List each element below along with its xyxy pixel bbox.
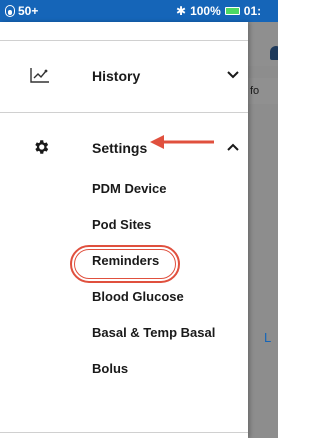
status-bar: 50+ ✱ 100% 01: bbox=[0, 0, 278, 22]
settings-item-label: Pod Sites bbox=[92, 217, 152, 232]
pdm-screen: 50+ ✱ 100% 01: fo L History Settings PDM… bbox=[0, 0, 278, 438]
reminders-highlight-oval bbox=[70, 245, 180, 283]
pod-status: 50+ bbox=[5, 4, 38, 18]
menu-item-settings-wrapper bbox=[0, 72, 248, 112]
settings-item-pod-sites[interactable]: Pod Sites bbox=[0, 208, 248, 242]
settings-item-bolus[interactable]: Bolus bbox=[0, 352, 248, 386]
background-header bbox=[248, 22, 278, 66]
gear-icon bbox=[35, 140, 49, 154]
settings-item-label: PDM Device bbox=[92, 181, 167, 196]
divider-top bbox=[0, 40, 248, 41]
settings-item-label: Bolus bbox=[92, 361, 129, 376]
device-status: ✱ 100% 01: bbox=[176, 4, 261, 18]
settings-item-label: Basal & Temp Basal bbox=[92, 325, 216, 340]
bluetooth-icon: ✱ bbox=[176, 4, 187, 18]
background-app-overlay[interactable]: fo L bbox=[248, 22, 278, 438]
divider-bottom bbox=[0, 432, 248, 433]
clock-time: 01: bbox=[243, 4, 262, 18]
pod-level: 50+ bbox=[18, 4, 39, 18]
bell-icon bbox=[270, 46, 278, 60]
background-letter: L bbox=[264, 330, 272, 345]
background-info-text: fo bbox=[248, 78, 278, 104]
settings-item-pdm-device[interactable]: PDM Device bbox=[0, 172, 248, 206]
settings-item-basal-temp-basal[interactable]: Basal & Temp Basal bbox=[0, 316, 248, 350]
settings-label: Settings bbox=[92, 140, 148, 156]
annotation-arrow-icon bbox=[150, 135, 214, 149]
pod-insulin-icon bbox=[5, 5, 15, 17]
battery-percent: 100% bbox=[190, 4, 221, 18]
battery-icon bbox=[224, 7, 240, 15]
settings-item-label: Blood Glucose bbox=[92, 289, 184, 304]
navigation-drawer: History Settings PDM Device Pod Sites Re… bbox=[0, 22, 248, 438]
chevron-up-icon bbox=[227, 143, 239, 151]
settings-item-blood-glucose[interactable]: Blood Glucose bbox=[0, 280, 248, 314]
divider-middle bbox=[0, 112, 248, 113]
